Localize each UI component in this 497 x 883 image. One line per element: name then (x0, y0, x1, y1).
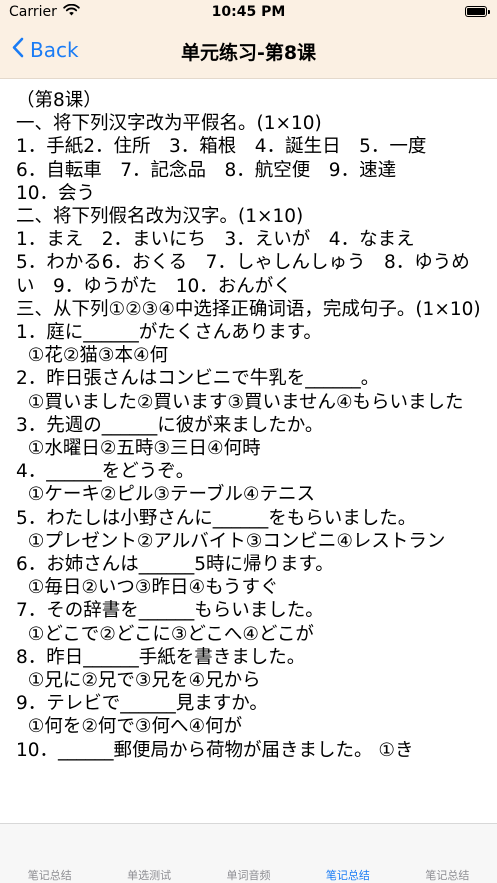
tab-label: 笔记总结 (425, 869, 470, 882)
lesson-text: （第8课） 一、将下列汉字改为平假名。(1×10) 1．手紙2．住所 3．箱根 4．… (0, 79, 497, 762)
content-line: 1．手紙2．住所 3．箱根 4．誕生日 5．一度 (16, 136, 427, 158)
status-time: 10:45 PM (211, 4, 286, 20)
content-line: ①どこで②どこに③どこへ④どこが (16, 623, 314, 645)
content-line: 6．自転車 7．記念品 8．航空便 9．速達 (16, 159, 397, 181)
content-line: ①買いました②買います③買いません④もらいました (16, 391, 464, 413)
tab-item[interactable]: 笔记总结 (298, 824, 397, 883)
content-line: ①水曜日②五時③三日④何時 (16, 438, 261, 460)
tab-label: 单词音频 (226, 869, 271, 882)
content-line: 4．______をどうぞ。 (16, 461, 195, 483)
top-bar: Carrier 10:45 PM Back 单元练习-第8课 (0, 0, 497, 79)
content-line: 1．まえ 2．まいにち 3．えいが 4．なまえ (16, 229, 415, 251)
content-line: ①毎日②いつ③昨日④もうすぐ (16, 577, 279, 599)
content-line: （第8课） (16, 90, 102, 111)
content-line: ①プレゼント②アルバイト③コンビニ④レストラン (16, 530, 446, 552)
tab-bar: 笔记总结 单选测试 单词音频 笔记总结 笔记总结 (0, 823, 497, 883)
lesson-content[interactable]: （第8课） 一、将下列汉字改为平假名。(1×10) 1．手紙2．住所 3．箱根 4．… (0, 79, 497, 823)
content-line: 二、将下列假名改为汉字。(1×10) (16, 206, 304, 228)
content-line: ①兄に②兄で③兄を④兄から (16, 670, 261, 692)
content-line: 三、从下列①②③④中选择正确词语，完成句子。(1×10) (16, 298, 481, 320)
content-line: 9．テレビで______見ますか。 (16, 693, 268, 715)
content-line: ①何を②何で③何へ④何が (16, 716, 243, 738)
content-line: 10．______郵便局から荷物が届きました。 ①き (16, 739, 414, 761)
app-screen: Carrier 10:45 PM Back 单元练习-第8课 （第8课） 一、将… (0, 0, 497, 883)
content-line: 8．昨日______手紙を書きました。 (16, 646, 306, 668)
status-bar: Carrier 10:45 PM (0, 0, 497, 26)
tab-item[interactable]: 单选测试 (99, 824, 198, 883)
battery-level (467, 8, 485, 15)
content-line: ①ケーキ②ピル③テーブル④テニス (16, 484, 315, 506)
content-line: 5．わたしは小野さんに______をもらいました。 (16, 507, 417, 529)
tab-item[interactable]: 笔记总结 (398, 824, 497, 883)
content-line: 5．わかる6．おくる 7．しゃしんしゅう 8．ゆうめい 9．ゆうがた 10．おん… (16, 252, 470, 297)
content-line: 1．庭に______がたくさんあります。 (16, 322, 322, 344)
tab-item[interactable]: 单词音频 (199, 824, 298, 883)
content-line: 一、将下列汉字改为平假名。(1×10) (16, 113, 322, 135)
tab-item[interactable]: 笔记总结 (0, 824, 99, 883)
tab-label: 笔记总结 (325, 869, 370, 882)
tab-label: 单选测试 (127, 869, 172, 882)
content-line: ①花②猫③本④何 (16, 345, 169, 367)
page-title: 单元练习-第8课 (180, 42, 317, 64)
content-line: 3．先週の______に彼が来ましたか。 (16, 414, 324, 436)
tab-label: 笔记总结 (27, 869, 72, 882)
content-line: 10．会う (16, 182, 96, 204)
content-line: 2．昨日張さんはコンビニで牛乳を______。 (16, 368, 380, 390)
battery-icon (465, 6, 490, 17)
navigation-bar: Back 单元练习-第8课 (0, 26, 497, 78)
content-line: 6．お姉さんは______5時に帰ります。 (16, 554, 334, 576)
content-line: 7．その辞書を______もらいました。 (16, 600, 324, 622)
